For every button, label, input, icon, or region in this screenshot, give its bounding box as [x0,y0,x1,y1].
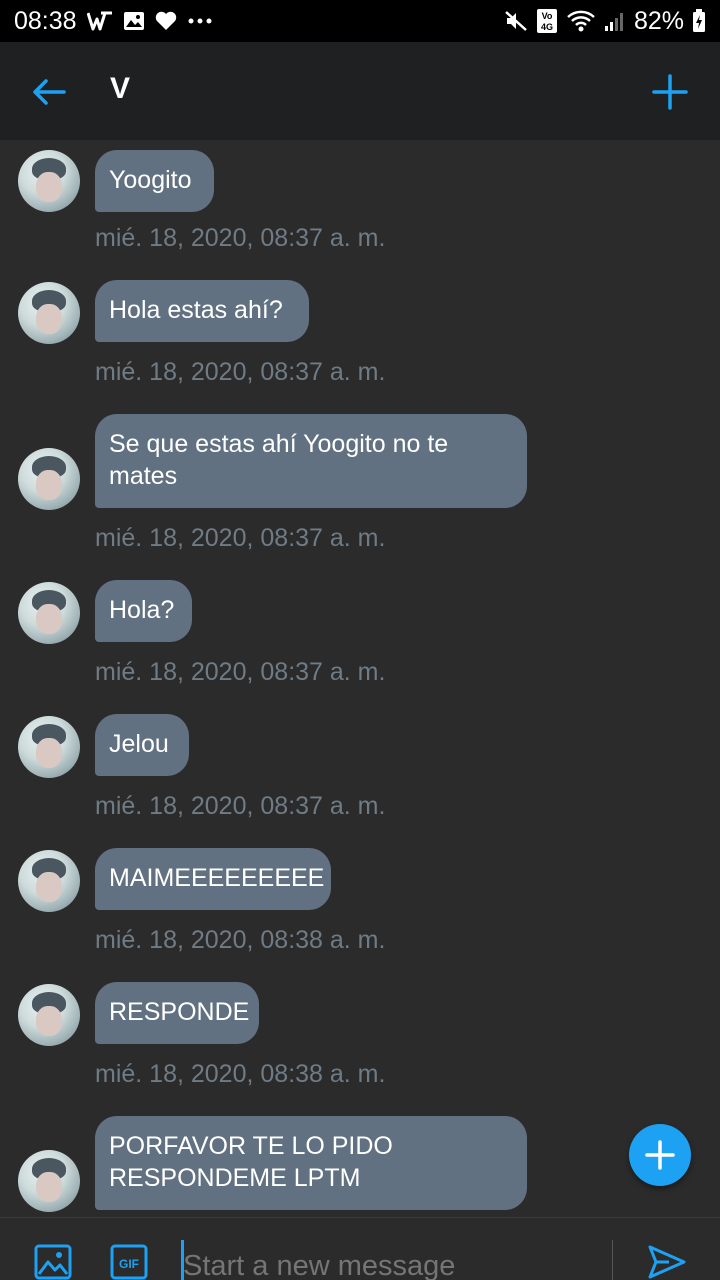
message-composer: GIF [0,1217,720,1280]
conversation-title: V [110,72,131,105]
w-app-icon [86,11,113,31]
message-timestamp: mié. 18, 2020, 08:37 a. m. [95,792,386,820]
volte-4g-icon: Vo 4G [536,8,558,34]
avatar[interactable] [18,448,80,510]
plus-icon [652,74,688,110]
gif-icon: GIF [110,1244,148,1280]
avatar[interactable] [18,282,80,344]
message-bubble[interactable]: Hola? [95,580,192,642]
avatar[interactable] [18,984,80,1046]
more-notifications-icon [187,17,213,25]
message-bubble[interactable]: Se que estas ahí Yoogito no te mates [95,414,527,508]
message-bubble[interactable]: MAIMEEEEEEEEE [95,848,331,910]
plus-icon [645,1140,675,1170]
message-text: Jelou [109,730,169,758]
wifi-icon [566,9,596,33]
message-timestamp: mié. 18, 2020, 08:37 a. m. [95,658,386,686]
message-timestamp: mié. 18, 2020, 08:38 a. m. [95,1060,386,1088]
message-bubble[interactable]: PORFAVOR TE LO PIDO RESPONDEME LPTM [95,1116,527,1210]
message-list[interactable]: Yoogito mié. 18, 2020, 08:37 a. m. Hola … [0,140,720,1217]
message-text: Yoogito [109,166,192,194]
gallery-icon [123,11,145,31]
avatar[interactable] [18,1150,80,1212]
status-bar: 08:38 Vo 4G 82% [0,0,720,42]
battery-percent: 82% [633,6,684,35]
avatar[interactable] [18,582,80,644]
signal-icon [604,10,626,32]
message-bubble[interactable]: Hola estas ahí? [95,280,309,342]
message-text: MAIMEEEEEEEEE [109,864,325,892]
message-bubble[interactable]: Yoogito [95,150,214,212]
back-button[interactable] [30,72,70,112]
battery-icon [692,9,706,33]
conversation-header: V [0,42,720,140]
send-button[interactable] [647,1244,687,1280]
message-timestamp: mié. 18, 2020, 08:37 a. m. [95,224,386,252]
message-text: Hola estas ahí? [109,296,283,324]
heart-icon [155,11,177,31]
svg-text:Vo: Vo [542,11,553,21]
back-arrow-icon [33,79,66,105]
image-icon [34,1244,72,1280]
status-time: 08:38 [14,6,77,35]
mute-icon [504,10,528,32]
message-text: Se que estas ahí Yoogito no te mates [109,430,449,490]
avatar[interactable] [18,716,80,778]
avatar[interactable] [18,150,80,212]
message-bubble[interactable]: Jelou [95,714,189,776]
screen: 08:38 Vo 4G 82% V Yoogito mié. 18, 2020,… [0,0,720,1280]
message-input[interactable] [183,1246,593,1280]
message-timestamp: mié. 18, 2020, 08:38 a. m. [95,926,386,954]
add-gif-button[interactable]: GIF [110,1244,148,1280]
message-text: RESPONDE [109,998,250,1026]
add-image-button[interactable] [34,1244,72,1280]
svg-text:4G: 4G [541,22,553,32]
avatar[interactable] [18,850,80,912]
message-timestamp: mié. 18, 2020, 08:37 a. m. [95,524,386,552]
new-message-fab[interactable] [629,1124,691,1186]
message-bubble[interactable]: RESPONDE [95,982,259,1044]
gif-label: GIF [119,1257,139,1271]
add-participant-button[interactable] [650,72,690,112]
message-text: Hola? [109,596,175,624]
message-text: PORFAVOR TE LO PIDO RESPONDEME LPTM [109,1132,393,1192]
message-timestamp: mié. 18, 2020, 08:37 a. m. [95,358,386,386]
send-icon [648,1245,686,1279]
composer-divider [612,1240,613,1280]
